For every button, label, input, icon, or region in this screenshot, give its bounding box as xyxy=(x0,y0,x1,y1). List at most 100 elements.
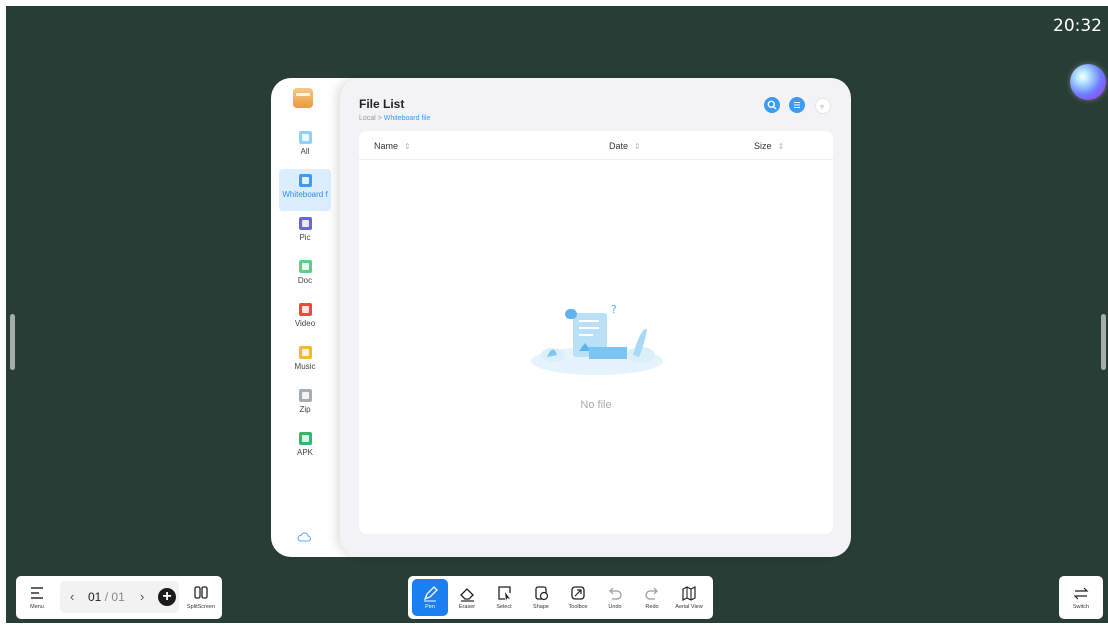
prev-page-button[interactable]: ‹ xyxy=(70,589,74,604)
splitscreen-button[interactable]: SplitScreen xyxy=(183,579,219,616)
bottom-left-toolbar: Menu ‹ 01 / 01 › + SplitScreen xyxy=(16,576,222,619)
page-separator: / xyxy=(104,590,109,604)
undo-button[interactable]: Undo xyxy=(597,579,633,616)
file-table: Name ⇕ Date ⇕ Size ⇕ ? No file xyxy=(359,131,833,534)
total-pages: 01 xyxy=(111,590,125,604)
category-label: Music xyxy=(294,362,316,371)
aerial-view-button[interactable]: Aerial View xyxy=(671,579,707,616)
list-icon xyxy=(794,102,800,108)
file-manager-window: All Whiteboard f Pic Doc Video Music Zip… xyxy=(271,78,851,557)
category-whiteboard[interactable]: Whiteboard f xyxy=(279,169,331,211)
empty-state-text: No file xyxy=(580,399,612,411)
column-header-name[interactable]: Name ⇕ xyxy=(374,141,411,151)
grid-icon xyxy=(298,131,312,144)
tool-label: Pen xyxy=(425,604,435,610)
search-icon xyxy=(767,100,777,110)
column-label: Name xyxy=(374,141,399,151)
sort-icon xyxy=(819,104,825,109)
cloud-icon[interactable] xyxy=(297,532,311,542)
sort-arrows-icon: ⇕ xyxy=(634,142,641,151)
column-header-date[interactable]: Date ⇕ xyxy=(609,141,641,151)
list-view-button[interactable] xyxy=(789,97,805,113)
shape-icon xyxy=(535,586,549,601)
tool-label: Aerial View xyxy=(675,604,703,610)
toolbox-button[interactable]: Toolbox xyxy=(560,579,596,616)
column-header-size[interactable]: Size ⇕ xyxy=(754,141,784,151)
select-icon xyxy=(498,586,511,601)
drawing-toolbar: Pen Eraser Select Shape Toolbox Undo Red… xyxy=(408,576,713,619)
video-icon xyxy=(298,303,312,316)
switch-label: Switch xyxy=(1072,604,1090,610)
tool-label: Toolbox xyxy=(568,604,588,610)
splitscreen-icon xyxy=(194,586,208,599)
category-label: APK xyxy=(296,448,313,457)
category-doc[interactable]: Doc xyxy=(279,255,331,297)
tool-label: Eraser xyxy=(458,604,476,610)
bottom-right-toolbar: Switch xyxy=(1059,576,1103,619)
add-page-button[interactable]: + xyxy=(158,588,176,606)
tool-label: Shape xyxy=(533,604,549,610)
category-apk[interactable]: APK xyxy=(279,427,331,469)
select-tool-button[interactable]: Select xyxy=(486,579,522,616)
eraser-tool-button[interactable]: Eraser xyxy=(449,579,485,616)
picture-icon xyxy=(298,217,312,230)
music-icon xyxy=(298,346,312,359)
file-list-title: File List xyxy=(359,97,405,111)
category-music[interactable]: Music xyxy=(279,341,331,383)
file-list-pane: File List Local > Whiteboard file Name ⇕… xyxy=(340,78,851,557)
next-page-button[interactable]: › xyxy=(140,589,144,604)
column-label: Size xyxy=(754,141,772,151)
left-edge-handle[interactable] xyxy=(10,314,15,370)
category-label: Pic xyxy=(299,233,311,242)
clock: 20:32 xyxy=(1053,16,1102,36)
breadcrumb-root[interactable]: Local xyxy=(359,115,376,122)
switch-icon xyxy=(1073,587,1089,600)
search-button[interactable] xyxy=(764,97,780,113)
whiteboard-icon xyxy=(298,174,312,187)
sort-button[interactable] xyxy=(815,98,831,114)
map-icon xyxy=(682,586,696,601)
breadcrumb: Local > Whiteboard file xyxy=(359,115,430,122)
breadcrumb-current[interactable]: Whiteboard file xyxy=(384,115,431,122)
page-navigator: ‹ 01 / 01 › + xyxy=(60,581,179,613)
tool-label: Select xyxy=(496,604,512,610)
undo-icon xyxy=(609,587,622,600)
category-label: All xyxy=(300,147,310,156)
splitscreen-label: SplitScreen xyxy=(186,604,216,610)
tool-label: Undo xyxy=(608,604,622,610)
column-label: Date xyxy=(609,141,629,151)
breadcrumb-separator: > xyxy=(377,115,382,122)
category-label: Video xyxy=(294,319,316,328)
current-page: 01 xyxy=(88,590,102,604)
assistant-orb-button[interactable] xyxy=(1070,64,1106,100)
redo-button[interactable]: Redo xyxy=(634,579,670,616)
pen-icon xyxy=(423,586,438,602)
pen-tool-button[interactable]: Pen xyxy=(412,579,448,616)
folder-logo-icon xyxy=(293,88,313,108)
category-label: Whiteboard f xyxy=(282,190,328,199)
category-label: Doc xyxy=(297,276,313,285)
svg-text:?: ? xyxy=(611,303,617,316)
category-all[interactable]: All xyxy=(279,126,331,168)
tool-label: Redo xyxy=(645,604,659,610)
menu-label: Menu xyxy=(30,604,44,610)
toolbox-icon xyxy=(571,586,585,600)
menu-icon xyxy=(31,587,43,599)
document-icon xyxy=(298,260,312,273)
category-zip[interactable]: Zip xyxy=(279,384,331,426)
page-indicator: 01 / 01 xyxy=(88,590,125,604)
whiteboard-canvas[interactable]: 20:32 All Whiteboard f Pic Doc Video Mus… xyxy=(6,6,1108,623)
header-divider xyxy=(359,159,833,160)
menu-button[interactable]: Menu xyxy=(19,579,55,616)
shape-tool-button[interactable]: Shape xyxy=(523,579,559,616)
android-icon xyxy=(298,432,312,445)
category-video[interactable]: Video xyxy=(279,298,331,340)
redo-icon xyxy=(645,587,658,600)
eraser-icon xyxy=(460,588,474,602)
zip-icon xyxy=(298,389,312,402)
sort-arrows-icon: ⇕ xyxy=(777,142,785,151)
switch-button[interactable]: Switch xyxy=(1063,579,1099,616)
category-pic[interactable]: Pic xyxy=(279,212,331,254)
right-edge-handle[interactable] xyxy=(1101,314,1106,370)
sort-arrows-icon: ⇕ xyxy=(404,142,411,151)
